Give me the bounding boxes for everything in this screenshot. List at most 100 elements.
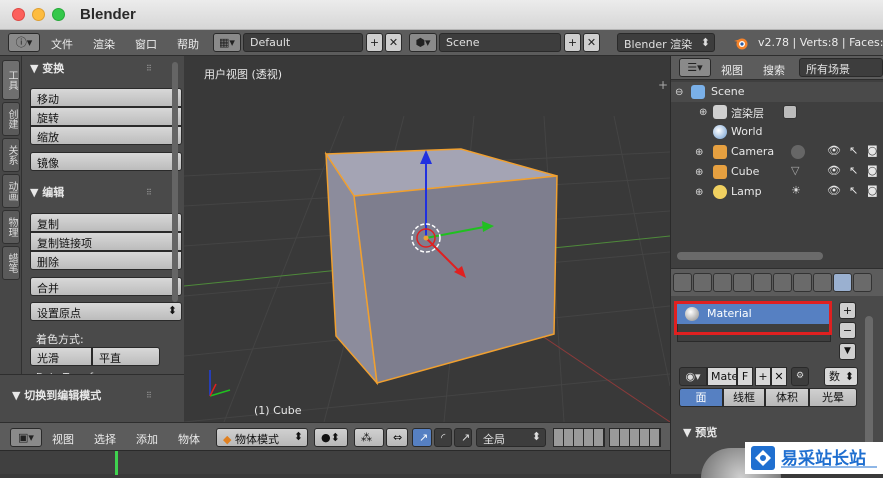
outliner-row-scene[interactable]: ⊖ Scene [671, 82, 883, 102]
edit-panel-header[interactable]: ▼ 编辑 [30, 184, 64, 200]
render-layers-tab-icon[interactable] [693, 273, 712, 292]
tab-animation[interactable]: 动画 [2, 174, 20, 208]
editor-type-info-button[interactable]: ⓘ▾ [8, 33, 40, 52]
shade-flat-button[interactable]: 平直 [92, 347, 160, 366]
link-data-select[interactable]: 数 ⬍ [824, 367, 858, 386]
scene-name-field[interactable]: Scene [439, 33, 561, 52]
world-tab-icon[interactable] [733, 273, 752, 292]
add-panel-icon[interactable]: + [658, 78, 668, 92]
remove-layout-button[interactable]: ✕ [385, 33, 402, 52]
node-material-button[interactable]: ⚙ [791, 367, 809, 386]
transform-panel-header[interactable]: ▼ 变换 [30, 60, 64, 76]
timeline-strip[interactable] [0, 450, 670, 475]
current-frame-indicator[interactable] [115, 451, 118, 475]
remove-material-slot-button[interactable]: − [839, 322, 856, 339]
volume-tab[interactable]: 体积 [765, 388, 809, 407]
renderable-camera-icon[interactable]: ◙ [867, 144, 878, 157]
render-tab-icon[interactable] [673, 273, 692, 292]
renderable-camera-icon[interactable]: ◙ [867, 164, 878, 177]
selectable-cursor-icon[interactable]: ↖ [849, 144, 858, 157]
layout-name-field[interactable]: Default [243, 33, 363, 52]
editor-type-outliner-button[interactable]: ☰▾ [679, 58, 711, 77]
fake-user-button[interactable]: F [737, 367, 753, 386]
minimize-window-button[interactable] [32, 8, 45, 21]
renderable-camera-icon[interactable]: ◙ [867, 184, 878, 197]
material-tab-icon[interactable] [833, 273, 852, 292]
remove-scene-button[interactable]: ✕ [583, 33, 600, 52]
surface-tab[interactable]: 面 [679, 388, 723, 407]
translate-button[interactable]: 移动 [30, 88, 182, 107]
rotate-button[interactable]: 旋转 [30, 107, 182, 126]
unlink-material-button[interactable]: ✕ [771, 367, 787, 386]
menu-file[interactable]: 文件 [51, 36, 73, 52]
outliner-filter-select[interactable]: 所有场景 [799, 58, 883, 77]
selectable-cursor-icon[interactable]: ↖ [849, 184, 858, 197]
wire-tab[interactable]: 线框 [723, 388, 765, 407]
add-material-slot-button[interactable]: + [839, 302, 856, 319]
texture-tab-icon[interactable] [853, 273, 872, 292]
translate-manipulator-button[interactable]: ↗ [412, 428, 432, 447]
drag-handle-icon[interactable]: ⠿ [146, 188, 152, 197]
shade-smooth-button[interactable]: 光滑 [30, 347, 92, 366]
scale-manipulator-button[interactable]: ↗ [454, 428, 472, 447]
3d-viewport[interactable]: 用户视图 (透视) (1) Cube + [184, 56, 670, 422]
constraints-tab-icon[interactable] [773, 273, 792, 292]
scene-icon[interactable]: ⬢▾ [409, 33, 437, 52]
new-material-button[interactable]: + [755, 367, 771, 386]
modifiers-tab-icon[interactable] [793, 273, 812, 292]
set-origin-select[interactable]: 设置原点 ⬍ [30, 302, 182, 321]
manipulator-toggle[interactable]: ⇔ [386, 428, 408, 447]
object-tab-icon[interactable] [753, 273, 772, 292]
selectable-cursor-icon[interactable]: ↖ [849, 164, 858, 177]
menu-view[interactable]: 视图 [52, 431, 74, 447]
material-name-field[interactable]: Mate [707, 367, 737, 386]
expand-icon[interactable]: ⊕ [695, 167, 703, 178]
outliner-row-lamp[interactable]: ⊕ Lamp ☀ 👁 ↖ ◙ [671, 182, 883, 202]
orientation-select[interactable]: 全局 ⬍ [476, 428, 546, 447]
tab-tools[interactable]: 工具 [2, 60, 20, 100]
drag-handle-icon[interactable]: ⠿ [146, 64, 152, 73]
scale-button[interactable]: 缩放 [30, 126, 182, 145]
duplicate-linked-button[interactable]: 复制链接项 [30, 232, 182, 251]
duplicate-button[interactable]: 复制 [30, 213, 182, 232]
add-layout-button[interactable]: + [366, 33, 383, 52]
collapse-icon[interactable]: ⊖ [675, 87, 683, 98]
visibility-eye-icon[interactable]: 👁 [827, 184, 841, 197]
outliner-row-camera[interactable]: ⊕ Camera 👁 ↖ ◙ [671, 142, 883, 162]
outliner-row-render-layer[interactable]: ⊕ 渲染层 [671, 102, 883, 122]
outliner-menu-search[interactable]: 搜索 [763, 62, 785, 78]
rotate-manipulator-button[interactable]: ◜ [434, 428, 452, 447]
layer-buttons-group-2[interactable] [609, 428, 661, 447]
close-window-button[interactable] [12, 8, 25, 21]
join-button[interactable]: 合并 [30, 277, 182, 296]
menu-object[interactable]: 物体 [178, 431, 200, 447]
layout-icon[interactable]: ▦▾ [213, 33, 241, 52]
add-scene-button[interactable]: + [564, 33, 581, 52]
expand-icon[interactable]: ⊕ [699, 107, 707, 118]
outliner-scrollbar[interactable] [677, 252, 823, 260]
expand-icon[interactable]: ⊕ [695, 147, 703, 158]
tab-grease-pencil[interactable]: 蜡笔 [2, 246, 20, 280]
outliner-menu-view[interactable]: 视图 [721, 62, 743, 78]
render-engine-select[interactable]: Blender 渲染 ⬍ [617, 33, 715, 52]
tool-shelf-scrollbar[interactable] [172, 62, 178, 302]
pivot-point-select[interactable]: ⁂ [354, 428, 384, 447]
tab-physics[interactable]: 物理 [2, 210, 20, 244]
preview-panel-header[interactable]: ▼ 预览 [683, 424, 717, 440]
tab-create[interactable]: 创建 [2, 102, 20, 136]
cube-object[interactable] [324, 148, 558, 386]
expand-icon[interactable]: ⊕ [695, 187, 703, 198]
menu-render[interactable]: 渲染 [93, 36, 115, 52]
viewport-shading-select[interactable]: ●⬍ [314, 428, 348, 447]
menu-window[interactable]: 窗口 [135, 36, 157, 52]
mesh-data-tab-icon[interactable] [813, 273, 832, 292]
visibility-eye-icon[interactable]: 👁 [827, 164, 841, 177]
operator-panel-header[interactable]: ▼ 切换到编辑模式 [12, 387, 101, 403]
menu-help[interactable]: 帮助 [177, 36, 199, 52]
outliner-row-cube[interactable]: ⊕ Cube ▽ 👁 ↖ ◙ [671, 162, 883, 182]
layer-buttons-group-1[interactable] [553, 428, 605, 447]
zoom-window-button[interactable] [52, 8, 65, 21]
tab-relations[interactable]: 关系 [2, 138, 20, 172]
menu-select[interactable]: 选择 [94, 431, 116, 447]
halo-tab[interactable]: 光晕 [809, 388, 857, 407]
